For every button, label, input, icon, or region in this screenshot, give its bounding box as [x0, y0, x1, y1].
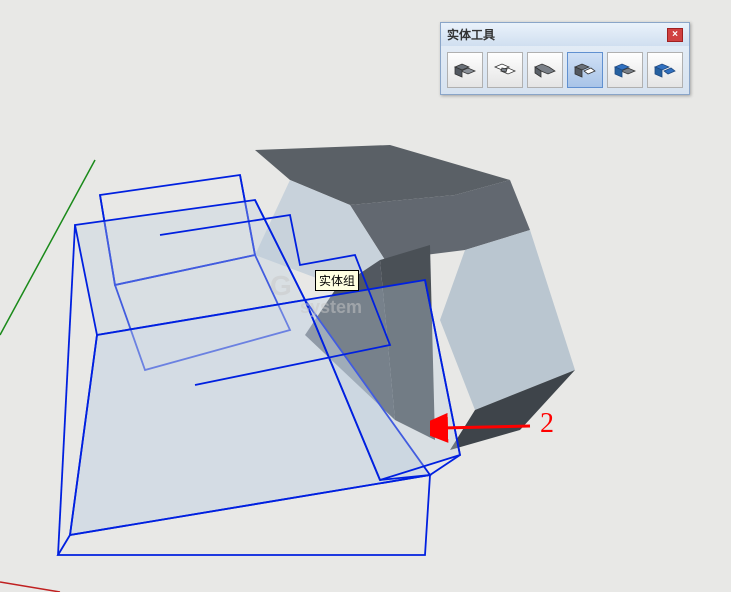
solid-tools-toolbar[interactable]: 实体工具 ×: [440, 22, 690, 95]
subtract-icon: [572, 59, 598, 81]
tool-union[interactable]: [527, 52, 563, 88]
tooltip-text: 实体组: [319, 274, 355, 288]
toolbar-body: [441, 46, 689, 94]
tool-trim[interactable]: [607, 52, 643, 88]
close-button[interactable]: ×: [667, 28, 683, 42]
trim-icon: [612, 59, 638, 81]
annotation-arrow: [430, 408, 540, 448]
annotation-number: 2: [540, 408, 554, 440]
outer-shell-icon: [452, 59, 478, 81]
tool-subtract[interactable]: [567, 52, 603, 88]
intersect-icon: [492, 59, 518, 81]
tool-intersect[interactable]: [487, 52, 523, 88]
close-icon: ×: [672, 29, 678, 40]
tool-outer-shell[interactable]: [447, 52, 483, 88]
tooltip: 实体组: [315, 270, 359, 291]
sketchup-viewport[interactable]: G system 实体组 2 实体工具 ×: [0, 0, 731, 592]
split-icon: [652, 59, 678, 81]
toolbar-titlebar[interactable]: 实体工具 ×: [441, 23, 689, 46]
toolbar-title-text: 实体工具: [447, 26, 495, 43]
tool-split[interactable]: [647, 52, 683, 88]
axis-line-red: [0, 582, 60, 592]
union-icon: [532, 59, 558, 81]
